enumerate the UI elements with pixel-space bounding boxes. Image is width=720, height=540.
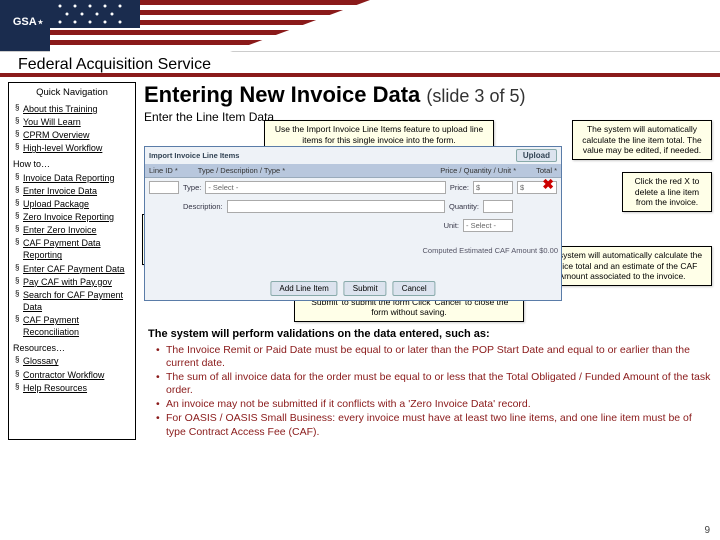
col-price: Price / Quantity / Unit *: [440, 166, 516, 175]
page-number: 9: [704, 525, 710, 536]
nav-link[interactable]: You Will Learn: [23, 117, 81, 127]
nav-link[interactable]: Search for CAF Payment Data: [23, 290, 123, 312]
desc-input[interactable]: [227, 200, 445, 213]
validation-item: For OASIS / OASIS Small Business: every …: [156, 412, 712, 438]
validations-block: The system will perform validations on t…: [144, 326, 712, 439]
nav-link[interactable]: Enter Invoice Data: [23, 186, 97, 196]
annotated-screenshot: Use the Import Invoice Line Items featur…: [144, 126, 712, 326]
lbl-qty: Quantity:: [449, 202, 479, 211]
lbl-price: Price:: [450, 183, 469, 192]
panel-buttons: Add Line Item Submit Cancel: [270, 281, 435, 296]
service-title: Federal Acquisition Service: [18, 56, 211, 73]
title-bar: [0, 73, 720, 77]
slide-indicator: (slide 3 of 5): [426, 86, 525, 106]
nav-link[interactable]: Contractor Workflow: [23, 370, 104, 380]
star-icon: ★: [38, 19, 43, 26]
nav-link[interactable]: Zero Invoice Reporting: [23, 212, 114, 222]
nav-link[interactable]: Pay CAF with Pay.gov: [23, 277, 112, 287]
callout-total-edit: The system will automatically calculate …: [572, 120, 712, 160]
lineid-input[interactable]: [149, 181, 179, 194]
nav-link[interactable]: CAF Payment Data Reporting: [23, 238, 101, 260]
panel-header-row: Line ID * Type / Description / Type * Pr…: [145, 164, 561, 178]
col-lineid: Line ID *: [149, 166, 178, 175]
flag-image: [50, 0, 370, 52]
validations-lead: The system will perform validations on t…: [148, 328, 490, 340]
gsa-logo: GSA★: [6, 4, 50, 40]
quick-nav-sidebar: Quick Navigation About this Training You…: [8, 82, 136, 440]
nav-link[interactable]: CAF Payment Reconciliation: [23, 315, 79, 337]
price-input[interactable]: $: [473, 181, 513, 194]
lbl-unit: Unit:: [444, 221, 459, 230]
nav-link[interactable]: Glossary: [23, 356, 59, 366]
qty-input[interactable]: [483, 200, 513, 213]
nav-link[interactable]: Upload Package: [23, 199, 89, 209]
callout-import: Use the Import Invoice Line Items featur…: [264, 120, 494, 149]
validation-item: An invoice may not be submitted if it co…: [156, 398, 712, 411]
type-select[interactable]: - Select -: [205, 181, 445, 194]
nav-howto-label: How to…: [13, 158, 131, 170]
nav-howto-list: Invoice Data Reporting Enter Invoice Dat…: [13, 172, 131, 339]
callout-delete-x: Click the red X to delete a line item fr…: [622, 172, 712, 212]
nav-link[interactable]: High-level Workflow: [23, 143, 102, 153]
nav-link[interactable]: Help Resources: [23, 383, 87, 393]
page-title: Entering New Invoice Data (slide 3 of 5): [144, 82, 712, 108]
col-total: Total *: [536, 166, 557, 175]
nav-top-list: About this Training You Will Learn CPRM …: [13, 103, 131, 155]
nav-link[interactable]: Enter Zero Invoice: [23, 225, 97, 235]
validation-item: The Invoice Remit or Paid Date must be e…: [156, 344, 712, 370]
page-title-text: Entering New Invoice Data: [144, 82, 420, 107]
panel-title: Import Invoice Line Items: [149, 151, 239, 160]
add-line-button[interactable]: Add Line Item: [270, 281, 337, 296]
main-content: Entering New Invoice Data (slide 3 of 5)…: [144, 82, 712, 440]
upload-button[interactable]: Upload: [516, 149, 557, 162]
nav-res-label: Resources…: [13, 342, 131, 354]
nav-link[interactable]: CPRM Overview: [23, 130, 90, 140]
cancel-button[interactable]: Cancel: [393, 281, 436, 296]
lbl-type: Type:: [183, 183, 201, 192]
submit-button[interactable]: Submit: [344, 281, 387, 296]
validation-item: The sum of all invoice data for the orde…: [156, 371, 712, 397]
col-type: Type / Description / Type *: [198, 166, 285, 175]
service-title-row: Federal Acquisition Service: [0, 52, 720, 74]
invoice-line-panel: Import Invoice Line Items Upload Line ID…: [144, 146, 562, 301]
nav-heading: Quick Navigation: [13, 87, 131, 100]
nav-link[interactable]: Enter CAF Payment Data: [23, 264, 125, 274]
estimate-text: Computed Estimated CAF Amount $0.00: [423, 246, 559, 255]
delete-x-icon[interactable]: ✖: [542, 176, 554, 193]
nav-link[interactable]: Invoice Data Reporting: [23, 173, 115, 183]
gsa-logo-text: GSA: [13, 16, 37, 28]
lbl-desc: Description:: [183, 202, 223, 211]
nav-link[interactable]: About this Training: [23, 104, 98, 114]
header-banner: GSA★: [0, 0, 720, 52]
unit-select[interactable]: - Select -: [463, 219, 513, 232]
nav-res-list: Glossary Contractor Workflow Help Resour…: [13, 355, 131, 393]
